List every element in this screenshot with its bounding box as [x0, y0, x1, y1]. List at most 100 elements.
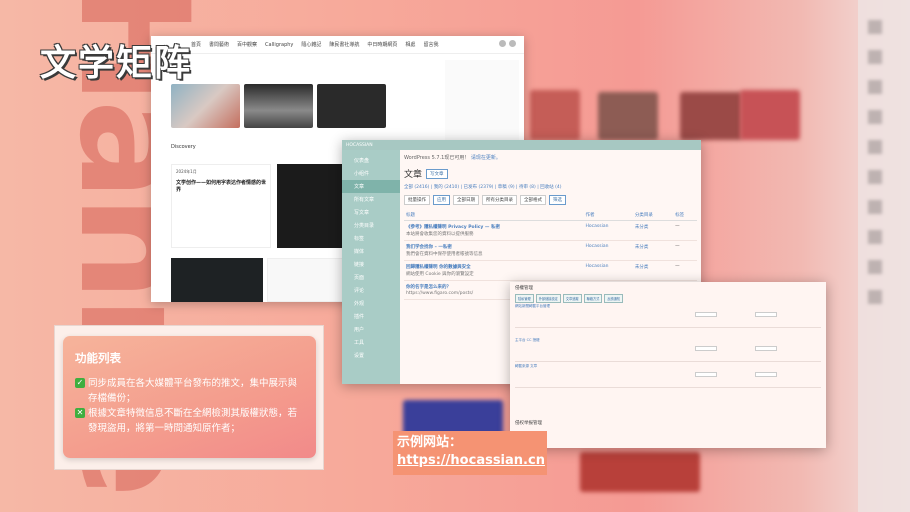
plugin-tab[interactable]: 文章追蹤 — [562, 294, 582, 303]
example-site-label: 示例网站： — [397, 435, 463, 450]
post-author[interactable]: Hocassian — [583, 240, 633, 261]
plugin-select[interactable] — [695, 312, 717, 317]
plugin-select[interactable] — [755, 312, 777, 317]
feature-list-frame: 功能列表 ✓ 同步成員在各大媒體平台發布的推文，集中展示與存檔備份； ✕ 根據文… — [54, 325, 324, 470]
featured-card[interactable] — [171, 84, 240, 128]
plugin-tab[interactable]: 外部鏈接設定 — [535, 294, 561, 303]
site-nav-item[interactable]: 隨心雜記 — [301, 41, 321, 48]
wp-update-notice: WordPress 5.7.1现已可用！ 请现在更新。 — [404, 154, 697, 161]
add-new-post-button[interactable]: 写文章 — [426, 168, 448, 179]
wp-menu-item[interactable]: 写文章 — [342, 206, 400, 219]
apply-button[interactable]: 应用 — [433, 195, 450, 205]
plugin-row-link[interactable]: 轉載來源 文章 — [515, 364, 537, 368]
site-nav-item[interactable]: 中日時期網頁 — [367, 41, 397, 48]
post-title-link[interactable]: 《参考》隱私權聲明 Privacy Policy — 私密 — [406, 224, 582, 230]
plugin-row-link[interactable]: 網站新聞轉載平台管理 — [515, 304, 550, 308]
post-category[interactable]: 未分类 — [632, 260, 674, 281]
format-filter-select[interactable]: 全部格式 — [520, 195, 546, 205]
post-author[interactable]: Hocassian — [583, 260, 633, 281]
post-category[interactable]: 未分类 — [632, 220, 674, 241]
wp-menu-item[interactable]: 评论 — [342, 284, 400, 297]
plugin-tabs: 隱私管理 外部鏈接設定 文章追蹤 聯絡方式 反饋通知 — [510, 294, 826, 303]
wp-status-filters[interactable]: 全部 (2416) | 我的 (2410) | 已发布 (2379) | 草稿 … — [404, 184, 697, 190]
background-tile — [740, 90, 800, 140]
post-tags: — — [673, 260, 697, 281]
wp-sidebar: 仪表盘 小组件 文章 所有文章 写文章 分类目录 标签 媒体 链接 页面 评论 … — [342, 150, 400, 384]
plugin-select[interactable] — [755, 346, 777, 351]
wp-menu-item[interactable]: 用户 — [342, 323, 400, 336]
terminal-thumbnail[interactable] — [277, 164, 343, 248]
wp-menu-item[interactable]: 仪表盘 — [342, 154, 400, 167]
plugin-tab[interactable]: 隱私管理 — [515, 294, 534, 303]
background-tile — [530, 90, 580, 140]
post-meta: 2024年1月 — [176, 169, 197, 174]
wp-menu-item[interactable]: 媒体 — [342, 245, 400, 258]
featured-card[interactable] — [244, 84, 313, 128]
wp-menu-item[interactable]: 所有文章 — [342, 193, 400, 206]
wp-menu-item[interactable]: 分类目录 — [342, 219, 400, 232]
column-author: 作者 — [583, 210, 633, 221]
wp-admin-bar: HOCASSIAN — [342, 140, 701, 150]
table-row: 《参考》隱私權聲明 Privacy Policy — 私密 本站將會收集您的資料以… — [404, 220, 697, 241]
site-nav: 首頁 書問藝術 百中觀察 Calligraphy 隨心雜記 陳民書社導航 中日時… — [151, 36, 524, 54]
site-nav-item[interactable]: 首頁 — [191, 41, 201, 48]
wp-menu-item[interactable]: 链接 — [342, 258, 400, 271]
site-nav-item[interactable]: 相處 — [405, 41, 415, 48]
category-filter-select[interactable]: 所有分类目录 — [482, 195, 517, 205]
plugin-select[interactable] — [755, 372, 777, 377]
avatar[interactable] — [509, 40, 516, 47]
post-title-link[interactable]: 我们学会找你 – 一私密 — [406, 244, 582, 250]
column-category: 分类目录 — [632, 210, 674, 221]
plugin-select[interactable] — [695, 372, 717, 377]
wp-heading: 文章 — [404, 170, 423, 180]
plugin-row: 轉載來源 文章 — [515, 364, 821, 388]
site-nav-item[interactable]: 陳民書社導航 — [329, 41, 359, 48]
wp-menu-item-posts[interactable]: 文章 — [342, 180, 400, 193]
date-filter-select[interactable]: 全部日期 — [453, 195, 479, 205]
post-category[interactable]: 未分类 — [632, 240, 674, 261]
post-title[interactable]: 文学创作——如何用字表达作者情感的世界 — [176, 179, 266, 193]
wp-menu-item[interactable]: 标签 — [342, 232, 400, 245]
post-thumbnail[interactable] — [267, 258, 343, 302]
column-title[interactable]: 标题 — [404, 210, 584, 221]
wp-notice-text: WordPress 5.7.1现已可用！ — [404, 155, 470, 161]
plugin-settings-screenshot: 侵權管理 隱私管理 外部鏈接設定 文章追蹤 聯絡方式 反饋通知 網站新聞轉載平台… — [510, 282, 826, 448]
site-nav-item[interactable]: Calligraphy — [265, 42, 293, 48]
wp-menu-item[interactable]: 外观 — [342, 297, 400, 310]
background-tile — [598, 92, 658, 140]
search-icon[interactable] — [499, 40, 506, 47]
right-blurred-column — [858, 0, 910, 512]
site-icons — [499, 40, 516, 47]
wp-menu-item[interactable]: 设置 — [342, 349, 400, 362]
featured-card[interactable] — [317, 84, 386, 128]
plugin-tab[interactable]: 反饋通知 — [604, 294, 624, 303]
example-site-link[interactable]: https://hocassian.cn — [397, 452, 545, 470]
wp-menu-item[interactable]: 工具 — [342, 336, 400, 349]
wp-update-link[interactable]: 请现在更新。 — [471, 155, 501, 161]
wp-site-title[interactable]: HOCASSIAN — [346, 143, 373, 148]
post-author[interactable]: Hocassian — [583, 220, 633, 241]
wp-menu-item[interactable]: 插件 — [342, 310, 400, 323]
post-title-link[interactable]: 回歸隱私權聲明 你的數據與安全 — [406, 264, 582, 270]
wp-menu-item[interactable]: 小组件 — [342, 167, 400, 180]
site-nav-item[interactable]: 留言我 — [423, 41, 438, 48]
wp-page-title: 文章 写文章 — [404, 167, 697, 180]
post-card[interactable]: 2024年1月 文学创作——如何用字表达作者情感的世界 — [171, 164, 271, 248]
feature-list-card: 功能列表 ✓ 同步成員在各大媒體平台發布的推文，集中展示與存檔備份； ✕ 根據文… — [63, 336, 316, 458]
wp-main: WordPress 5.7.1现已可用！ 请现在更新。 文章 写文章 全部 (2… — [404, 154, 697, 300]
plugin-row: 網站新聞轉載平台管理 — [515, 304, 821, 328]
wp-menu-item[interactable]: 页面 — [342, 271, 400, 284]
background-tile — [680, 92, 742, 140]
plugin-select[interactable] — [695, 346, 717, 351]
plugin-row: 主平台 CC 授權 — [515, 338, 821, 362]
site-nav-item[interactable]: 百中觀察 — [237, 41, 257, 48]
plugin-row-link[interactable]: 主平台 CC 授權 — [515, 338, 540, 342]
filter-button[interactable]: 筛选 — [549, 195, 566, 205]
plugin-heading: 侵權管理 — [515, 286, 533, 291]
plugin-tab[interactable]: 聯絡方式 — [583, 294, 603, 303]
bulk-actions-select[interactable]: 批量操作 — [404, 195, 430, 205]
code-thumbnail[interactable] — [171, 258, 263, 302]
plugin-footer-heading: 侵权举报管理 — [515, 421, 542, 426]
site-nav-item[interactable]: 書問藝術 — [209, 41, 229, 48]
wp-filter-bar: 批量操作 应用 全部日期 所有分类目录 全部格式 筛选 — [404, 195, 697, 205]
